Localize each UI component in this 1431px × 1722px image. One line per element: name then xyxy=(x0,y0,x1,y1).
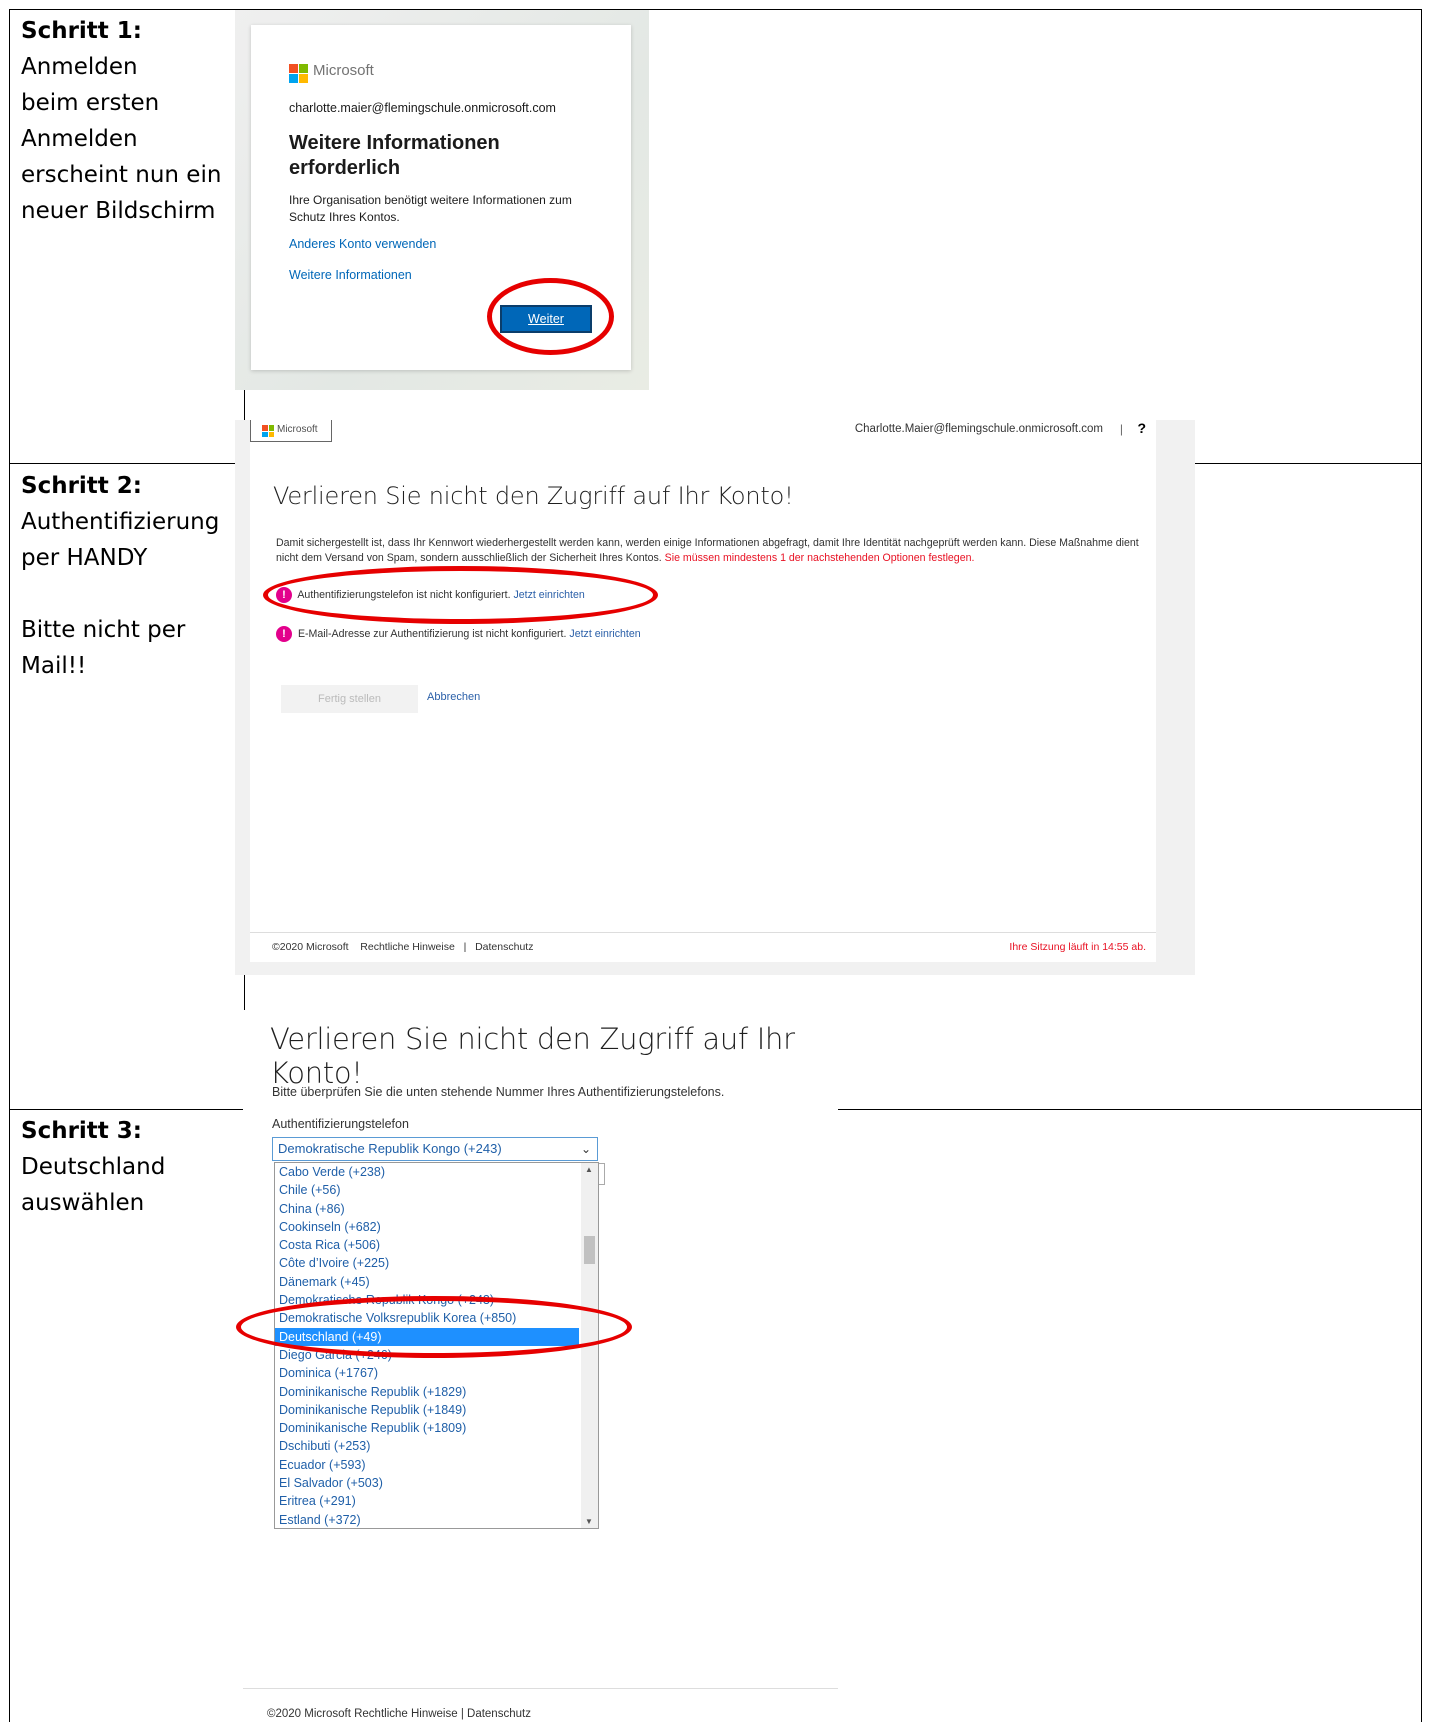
warning-icon: ! xyxy=(276,626,292,642)
footer-divider xyxy=(250,932,1156,933)
phone-setup-page: Verlieren Sie nicht den Zugriff auf Ihr … xyxy=(243,1010,838,1722)
account-email: charlotte.maier@flemingschule.onmicrosof… xyxy=(289,101,556,115)
country-option[interactable]: Cabo Verde (+238) xyxy=(275,1163,579,1181)
proofup-description: Damit sichergestellt ist, dass Ihr Kennw… xyxy=(276,536,1146,566)
country-select-value: Demokratische Republik Kongo (+243) xyxy=(278,1141,502,1156)
country-option[interactable]: Ecuador (+593) xyxy=(275,1456,579,1474)
step-2-heading: Schritt 2: xyxy=(21,473,142,499)
microsoft-brand-text: Microsoft xyxy=(277,424,318,435)
table-border-top xyxy=(9,9,1422,10)
country-option[interactable]: Estland (+372) xyxy=(275,1511,579,1528)
footer-legal-link[interactable]: Rechtliche Hinweise xyxy=(360,941,455,953)
scrollbar-thumb[interactable] xyxy=(584,1236,595,1264)
step-3-line: auswählen xyxy=(21,1190,145,1216)
footer-separator: | xyxy=(463,941,467,953)
cancel-link[interactable]: Abbrechen xyxy=(427,691,480,703)
country-select[interactable]: Demokratische Republik Kongo (+243) ⌄ xyxy=(272,1137,598,1161)
email-status-row: ! E-Mail-Adresse zur Authentifizierung i… xyxy=(276,626,641,642)
warning-icon: ! xyxy=(276,587,292,603)
finish-button[interactable]: Fertig stellen xyxy=(281,685,418,713)
footer-privacy-link[interactable]: Datenschutz xyxy=(475,941,533,953)
country-option[interactable]: Demokratische Volksrepublik Korea (+850) xyxy=(275,1309,579,1327)
country-option[interactable]: Deutschland (+49) xyxy=(275,1327,579,1346)
requirement-text: Sie müssen mindestens 1 der nachstehende… xyxy=(664,552,975,564)
step-3-heading: Schritt 3: xyxy=(21,1118,142,1144)
microsoft-logo-icon xyxy=(262,425,274,437)
step-2-line: Mail!! xyxy=(21,653,87,679)
proofup-title: Verlieren Sie nicht den Zugriff auf Ihr … xyxy=(273,482,794,510)
step-2-line: per HANDY xyxy=(21,545,148,571)
step-2-line: Bitte nicht per xyxy=(21,617,186,643)
country-option[interactable]: Diego Garcia (+246) xyxy=(275,1346,579,1364)
chevron-down-icon: ⌄ xyxy=(580,1142,591,1156)
country-option[interactable]: Dominikanische Republik (+1849) xyxy=(275,1401,579,1419)
scroll-down-icon[interactable]: ▼ xyxy=(585,1517,593,1526)
step-1-line: erscheint nun ein xyxy=(21,162,222,188)
microsoft-brand-text: Microsoft xyxy=(313,62,374,79)
step-2-line: Authentifizierung xyxy=(21,509,220,535)
step-1-instructions: Schritt 1: Anmelden beim ersten Anmelden… xyxy=(21,13,221,229)
country-option[interactable]: El Salvador (+503) xyxy=(275,1474,579,1492)
phone-setup-description: Bitte überprüfen Sie die unten stehende … xyxy=(272,1085,725,1099)
step-1-line: Anmelden xyxy=(21,126,138,152)
phone-number-input-edge xyxy=(599,1163,605,1185)
phone-setup-title: Verlieren Sie nicht den Zugriff auf Ihr … xyxy=(270,1022,795,1090)
next-button[interactable]: Weiter xyxy=(500,305,592,333)
step-1-line: beim ersten xyxy=(21,90,160,116)
table-border-right xyxy=(1421,9,1422,1722)
country-option[interactable]: Dominikanische Republik (+1829) xyxy=(275,1383,579,1401)
step-3-line: Deutschland xyxy=(21,1154,166,1180)
proofup-footer: ©2020 Microsoft Rechtliche Hinweise | Da… xyxy=(272,941,533,953)
country-option[interactable]: Dänemark (+45) xyxy=(275,1273,579,1291)
step-1-line: Anmelden xyxy=(21,54,138,80)
country-option[interactable]: Eritrea (+291) xyxy=(275,1492,579,1510)
country-option[interactable]: Costa Rica (+506) xyxy=(275,1236,579,1254)
footer-divider xyxy=(243,1688,838,1689)
country-option[interactable]: Demokratische Republik Kongo (+243) xyxy=(275,1291,579,1309)
phone-status-row: ! Authentifizierungstelefon ist nicht ko… xyxy=(276,587,585,603)
step-3-instructions: Schritt 3: Deutschland auswählen xyxy=(21,1113,165,1221)
phone-setup-link[interactable]: Jetzt einrichten xyxy=(513,589,584,601)
country-option[interactable]: Côte d’Ivoire (+225) xyxy=(275,1254,579,1272)
email-setup-link[interactable]: Jetzt einrichten xyxy=(569,628,640,640)
proofup-header-logo: Microsoft xyxy=(250,420,332,442)
step-2-instructions: Schritt 2: Authentifizierung per HANDY B… xyxy=(21,468,219,684)
country-option[interactable]: Chile (+56) xyxy=(275,1181,579,1199)
table-border-left xyxy=(9,9,10,1722)
country-dropdown-list[interactable]: Cabo Verde (+238) Chile (+56) China (+86) C… xyxy=(274,1162,599,1529)
phone-status-text: Authentifizierungstelefon ist nicht konf… xyxy=(297,588,511,601)
scroll-up-icon[interactable]: ▲ xyxy=(585,1165,593,1174)
header-separator: | xyxy=(1119,422,1123,436)
email-status-text: E-Mail-Adresse zur Authentifizierung ist… xyxy=(297,627,567,640)
country-option[interactable]: Dominikanische Republik (+1809) xyxy=(275,1419,579,1437)
dropdown-scrollbar[interactable]: ▲ ▼ xyxy=(581,1163,598,1528)
signin-card: Microsoft charlotte.maier@flemingschule.… xyxy=(251,25,631,370)
more-info-link[interactable]: Weitere Informationen xyxy=(289,268,412,282)
country-option[interactable]: Dschibuti (+253) xyxy=(275,1437,579,1455)
footer-copyright: ©2020 Microsoft xyxy=(272,941,349,953)
signin-description: Ihre Organisation benötigt weitere Infor… xyxy=(289,193,572,224)
country-option[interactable]: Dominica (+1767) xyxy=(275,1364,579,1382)
country-option[interactable]: Cookinseln (+682) xyxy=(275,1218,579,1236)
other-account-link[interactable]: Anderes Konto verwenden xyxy=(289,237,436,251)
phone-field-label: Authentifizierungstelefon xyxy=(272,1117,409,1131)
microsoft-logo-icon xyxy=(289,64,308,83)
signed-in-user[interactable]: Charlotte.Maier@flemingschule.onmicrosof… xyxy=(855,423,1103,435)
signin-title: Weitere Informationen erforderlich xyxy=(289,132,500,179)
help-icon[interactable]: ? xyxy=(1137,420,1146,436)
step-1-heading: Schritt 1: xyxy=(21,18,142,44)
phone-setup-footer: ©2020 Microsoft Rechtliche Hinweise | Da… xyxy=(267,1708,531,1720)
country-option[interactable]: China (+86) xyxy=(275,1200,579,1218)
session-timer: Ihre Sitzung läuft in 14:55 ab. xyxy=(1009,941,1146,953)
proofup-page: Microsoft Charlotte.Maier@flemingschule.… xyxy=(250,420,1156,962)
step-1-line: neuer Bildschirm xyxy=(21,198,216,224)
step-2-line xyxy=(21,576,219,612)
